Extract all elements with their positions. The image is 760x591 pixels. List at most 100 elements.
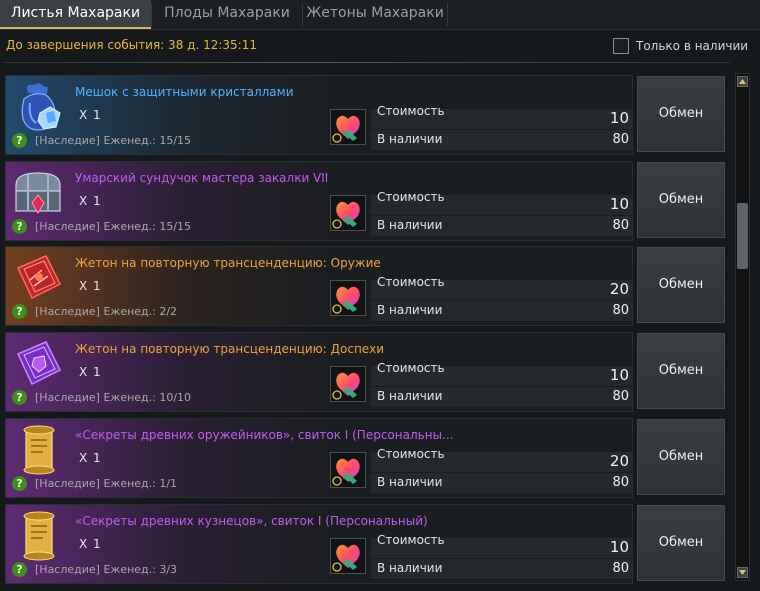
cost-label: Стоимость [377, 190, 445, 204]
stock-row: В наличии 80 [371, 559, 632, 579]
in-stock-filter[interactable]: Только в наличии [613, 37, 748, 55]
stock-value: 80 [612, 303, 629, 318]
stock-value: 80 [612, 475, 629, 490]
help-icon[interactable]: ? [12, 476, 27, 491]
item-quantity: X 1 [79, 365, 102, 379]
item-name: Мешок с защитными кристаллами [75, 85, 294, 99]
cost-value: 20 [609, 452, 629, 470]
item-name: «Секреты древних кузнецов», свиток I (Пе… [75, 514, 428, 528]
weekly-limit: [Наследие] Еженед.: 15/15 [35, 134, 192, 147]
list-item: Мешок с защитными кристаллами X 1 ? [Нас… [5, 75, 727, 155]
cost-label: Стоимость [377, 361, 445, 375]
maharaka-leaf-currency-icon [330, 538, 366, 574]
tab-maharaka-fruits[interactable]: Плоды Махараки [152, 0, 302, 29]
cost-row: Стоимость 20 [371, 447, 632, 472]
help-icon[interactable]: ? [12, 133, 27, 148]
cost-label: Стоимость [377, 447, 445, 461]
tab-maharaka-tokens[interactable]: Жетоны Махараки [303, 0, 447, 29]
item-panel: Мешок с защитными кристаллами X 1 ? [Нас… [5, 75, 633, 155]
cost-row: Стоимость 20 [371, 275, 632, 300]
scrollbar[interactable] [735, 73, 750, 581]
stock-label: В наличии [377, 389, 443, 403]
tab-maharaka-leaves[interactable]: Листья Махараки [0, 0, 151, 29]
help-icon[interactable]: ? [12, 304, 27, 319]
list-item: Умарский сундучок мастера закалки VII X … [5, 161, 727, 241]
item-quantity: X 1 [79, 537, 102, 551]
item-quantity: X 1 [79, 451, 102, 465]
maharaka-leaf-currency-icon [330, 195, 366, 231]
item-quantity: X 1 [79, 279, 102, 293]
cost-value: 10 [609, 366, 629, 384]
item-panel: «Секреты древних оружейников», свиток I … [5, 418, 633, 498]
stock-label: В наличии [377, 132, 443, 146]
cost-value: 10 [609, 109, 629, 127]
cost-row: Стоимость 10 [371, 361, 632, 386]
cost-label: Стоимость [377, 275, 445, 289]
scroll-down-icon[interactable] [737, 567, 748, 578]
maharaka-leaf-currency-icon [330, 109, 366, 145]
tab-bar: Листья Махараки Плоды Махараки Жетоны Ма… [0, 0, 760, 30]
stock-value: 80 [612, 218, 629, 233]
maharaka-leaf-currency-icon [330, 366, 366, 402]
help-icon[interactable]: ? [12, 219, 27, 234]
list-item: «Секреты древних оружейников», свиток I … [5, 418, 727, 498]
weekly-limit: [Наследие] Еженед.: 15/15 [35, 220, 192, 233]
cost-row: Стоимость 10 [371, 190, 632, 215]
cost-row: Стоимость 10 [371, 104, 632, 129]
in-stock-label: Только в наличии [636, 39, 749, 53]
scroll-up-icon[interactable] [737, 76, 748, 87]
scroll-icon[interactable] [10, 422, 68, 478]
exchange-button[interactable]: Обмен [637, 505, 725, 581]
stock-label: В наличии [377, 303, 443, 317]
cost-value: 10 [609, 195, 629, 213]
item-name: Умарский сундучок мастера закалки VII [75, 171, 329, 185]
exchange-button[interactable]: Обмен [637, 76, 725, 152]
item-name: «Секреты древних оружейников», свиток I … [75, 428, 454, 442]
weekly-limit: [Наследие] Еженед.: 10/10 [35, 391, 192, 404]
item-name: Жетон на повторную трансценденцию: Оружи… [75, 256, 381, 270]
cost-label: Стоимость [377, 533, 445, 547]
item-panel: Умарский сундучок мастера закалки VII X … [5, 161, 633, 241]
event-timer: До завершения события: 38 д. 12:35:11 [6, 38, 257, 52]
cost-row: Стоимость 10 [371, 533, 632, 558]
item-name: Жетон на повторную трансценденцию: Доспе… [75, 342, 385, 356]
maharaka-leaf-currency-icon [330, 452, 366, 488]
exchange-button[interactable]: Обмен [637, 247, 725, 323]
tab-separator [447, 3, 448, 26]
help-icon[interactable]: ? [12, 390, 27, 405]
maharaka-leaf-currency-icon [330, 280, 366, 316]
stock-value: 80 [612, 561, 629, 576]
weekly-limit: [Наследие] Еженед.: 3/3 [35, 563, 178, 576]
list-item: «Секреты древних кузнецов», свиток I (Пе… [5, 504, 727, 584]
stock-row: В наличии 80 [371, 301, 632, 321]
header-divider [4, 62, 730, 63]
cost-value: 10 [609, 538, 629, 556]
stock-row: В наличии 80 [371, 216, 632, 236]
list-item: Жетон на повторную трансценденцию: Оружи… [5, 246, 727, 326]
item-quantity: X 1 [79, 108, 102, 122]
item-panel: «Секреты древних кузнецов», свиток I (Пе… [5, 504, 633, 584]
item-quantity: X 1 [79, 194, 102, 208]
help-icon[interactable]: ? [12, 562, 27, 577]
purple-transcendence-token-icon[interactable] [10, 336, 68, 392]
exchange-button[interactable]: Обмен [637, 333, 725, 409]
list-item: Жетон на повторную трансценденцию: Доспе… [5, 332, 727, 412]
stock-label: В наличии [377, 475, 443, 489]
treasure-chest-icon[interactable] [10, 165, 68, 221]
scrollbar-thumb[interactable] [737, 203, 748, 269]
stock-value: 80 [612, 132, 629, 147]
stock-value: 80 [612, 389, 629, 404]
cost-value: 20 [609, 280, 629, 298]
stock-label: В наличии [377, 218, 443, 232]
stock-row: В наличии 80 [371, 387, 632, 407]
red-transcendence-token-icon[interactable] [10, 250, 68, 306]
stock-row: В наличии 80 [371, 130, 632, 150]
in-stock-checkbox[interactable] [613, 38, 629, 54]
weekly-limit: [Наследие] Еженед.: 1/1 [35, 477, 178, 490]
stock-row: В наличии 80 [371, 473, 632, 493]
scroll-icon[interactable] [10, 508, 68, 564]
exchange-button[interactable]: Обмен [637, 419, 725, 495]
exchange-button[interactable]: Обмен [637, 162, 725, 238]
crystal-pouch-icon[interactable] [10, 79, 68, 135]
item-panel: Жетон на повторную трансценденцию: Доспе… [5, 332, 633, 412]
